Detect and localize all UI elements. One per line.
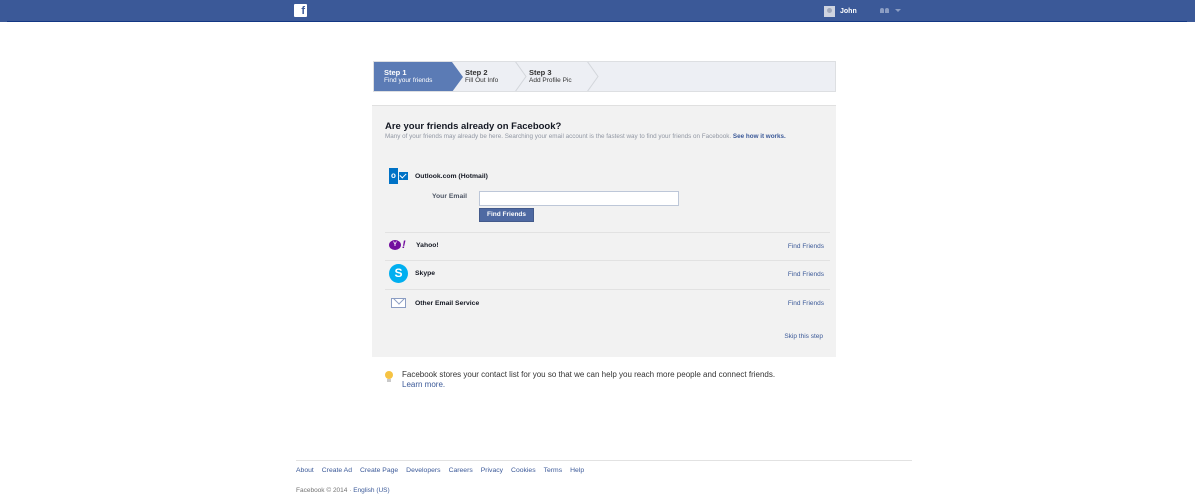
email-label: Your Email (432, 193, 467, 200)
email-field[interactable] (479, 191, 679, 206)
facebook-logo-icon[interactable]: f (294, 4, 307, 17)
tip-text: Facebook stores your contact list for yo… (402, 370, 832, 389)
copyright: Facebook © 2014 · English (US) (296, 487, 390, 494)
steps-wizard: Step 1 Find your friends Step 2 Fill Out… (373, 61, 836, 92)
step-1: Step 1 Find your friends (374, 62, 452, 91)
nav-icons (880, 7, 901, 14)
step-1-arrow (452, 62, 463, 91)
find-friends-button[interactable]: Find Friends (479, 208, 534, 222)
panel-intro: Many of your friends may already be here… (385, 133, 830, 141)
other-email-label: Other Email Service (415, 299, 480, 307)
lightbulb-icon (385, 371, 393, 382)
footer-link-create-ad[interactable]: Create Ad (322, 467, 352, 474)
language-link[interactable]: English (US) (353, 487, 389, 494)
top-bar: f John (0, 0, 1195, 22)
outlook-service: o Outlook.com (Hotmail) (389, 168, 488, 184)
learn-more-link[interactable]: Learn more. (402, 380, 445, 389)
outlook-label: Outlook.com (Hotmail) (415, 172, 488, 180)
skype-icon: S (389, 264, 408, 283)
footer-divider (296, 460, 912, 461)
chevron-down-icon[interactable] (895, 9, 901, 12)
skip-step-link[interactable]: Skip this step (784, 333, 823, 340)
top-bar-inner (7, 0, 1187, 22)
step-1-subtitle: Find your friends (384, 77, 433, 84)
footer-link-cookies[interactable]: Cookies (511, 467, 536, 474)
panel-intro-text: Many of your friends may already be here… (385, 133, 732, 140)
footer-link-about[interactable]: About (296, 467, 314, 474)
find-friends-panel: Are your friends already on Facebook? Ma… (372, 105, 836, 357)
footer-link-privacy[interactable]: Privacy (481, 467, 503, 474)
see-how-it-works-link[interactable]: See how it works. (733, 133, 786, 140)
panel-heading: Are your friends already on Facebook? (385, 121, 562, 132)
footer-links: About Create Ad Create Page Developers C… (296, 467, 584, 474)
profile-link[interactable]: John (824, 5, 857, 17)
tip-message: Facebook stores your contact list for yo… (402, 370, 776, 379)
footer-link-careers[interactable]: Careers (449, 467, 473, 474)
footer-link-terms[interactable]: Terms (544, 467, 563, 474)
service-row-skype: S Skype Find Friends (385, 260, 830, 287)
friend-requests-icon[interactable] (880, 7, 889, 14)
footer-link-create-page[interactable]: Create Page (360, 467, 398, 474)
other-email-find-friends-link[interactable]: Find Friends (788, 300, 824, 307)
envelope-icon (391, 298, 406, 308)
outlook-icon: o (389, 168, 408, 184)
step-separator-icon (587, 62, 599, 91)
service-row-other-email: Other Email Service Find Friends (385, 289, 830, 316)
yahoo-icon: Y! (389, 238, 409, 252)
step-1-title: Step 1 (384, 68, 407, 77)
step-separator-icon (515, 62, 527, 91)
footer-link-developers[interactable]: Developers (406, 467, 440, 474)
skype-label: Skype (415, 270, 436, 277)
yahoo-label: Yahoo! (416, 241, 439, 249)
skype-find-friends-link[interactable]: Find Friends (788, 271, 824, 278)
copyright-text: Facebook © 2014 · (296, 487, 352, 494)
user-name[interactable]: John (840, 8, 857, 15)
service-row-yahoo: Y! Yahoo! Find Friends (385, 232, 830, 259)
yahoo-find-friends-link[interactable]: Find Friends (788, 243, 824, 250)
footer-link-help[interactable]: Help (570, 467, 584, 474)
avatar[interactable] (824, 5, 835, 17)
